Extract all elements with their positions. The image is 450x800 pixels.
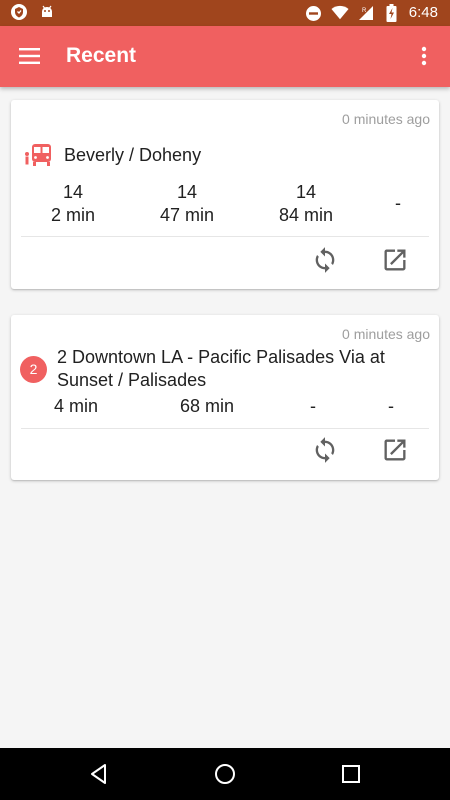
time-ago: 0 minutes ago	[342, 326, 430, 342]
app-bar: Recent	[0, 26, 450, 87]
do-not-disturb-icon	[305, 4, 323, 22]
arrival-time: -	[310, 396, 316, 416]
refresh-icon[interactable]	[311, 436, 339, 464]
arrival-route: 14	[295, 182, 317, 202]
svg-text:R: R	[362, 8, 367, 14]
arrival-time: 2 min	[50, 205, 95, 225]
arrival-time: 68 min	[179, 396, 235, 416]
divider	[21, 236, 429, 237]
status-time: 6:48	[408, 4, 438, 21]
arrival-column: 14 84 min	[261, 181, 351, 227]
arrival-column: 14 2 min	[28, 181, 118, 227]
arrival-column: -	[353, 192, 443, 215]
recents-icon[interactable]	[339, 762, 363, 786]
more-vert-icon[interactable]	[412, 44, 436, 68]
open-external-icon[interactable]	[381, 436, 409, 464]
arrival-time: 84 min	[278, 205, 334, 225]
bus-stop-icon	[23, 142, 53, 168]
arrival-time: 47 min	[159, 205, 215, 225]
navigation-bar	[0, 748, 450, 800]
arrival-column: 14 47 min	[142, 181, 232, 227]
shield-notification-icon	[10, 3, 28, 21]
open-external-icon[interactable]	[381, 246, 409, 274]
signal-icon: R	[357, 4, 375, 22]
battery-charging-icon	[383, 4, 401, 22]
route-card[interactable]: 0 minutes ago 2 2 Downtown LA - Pacific …	[11, 315, 439, 480]
arrival-route: 14	[176, 182, 198, 202]
arrival-time: 4 min	[53, 396, 98, 416]
stop-card[interactable]: 0 minutes ago Beverly / Doheny 14 2 min …	[11, 100, 439, 289]
route-name: 2 Downtown LA - Pacific Palisades Via at…	[57, 347, 385, 390]
status-bar: R 6:48	[0, 0, 450, 26]
refresh-icon[interactable]	[311, 246, 339, 274]
back-icon[interactable]	[87, 762, 111, 786]
arrival-time: -	[388, 396, 394, 416]
arrival-route: 14	[62, 182, 84, 202]
divider	[21, 428, 429, 429]
wifi-icon	[331, 4, 349, 22]
menu-icon[interactable]	[16, 44, 44, 68]
android-notification-icon	[38, 3, 56, 21]
time-ago: 0 minutes ago	[342, 111, 430, 127]
home-icon[interactable]	[213, 762, 237, 786]
page-title: Recent	[66, 44, 137, 67]
arrival-time: -	[395, 193, 401, 213]
stop-name: Beverly / Doheny	[64, 145, 202, 165]
route-badge: 2	[20, 356, 47, 383]
